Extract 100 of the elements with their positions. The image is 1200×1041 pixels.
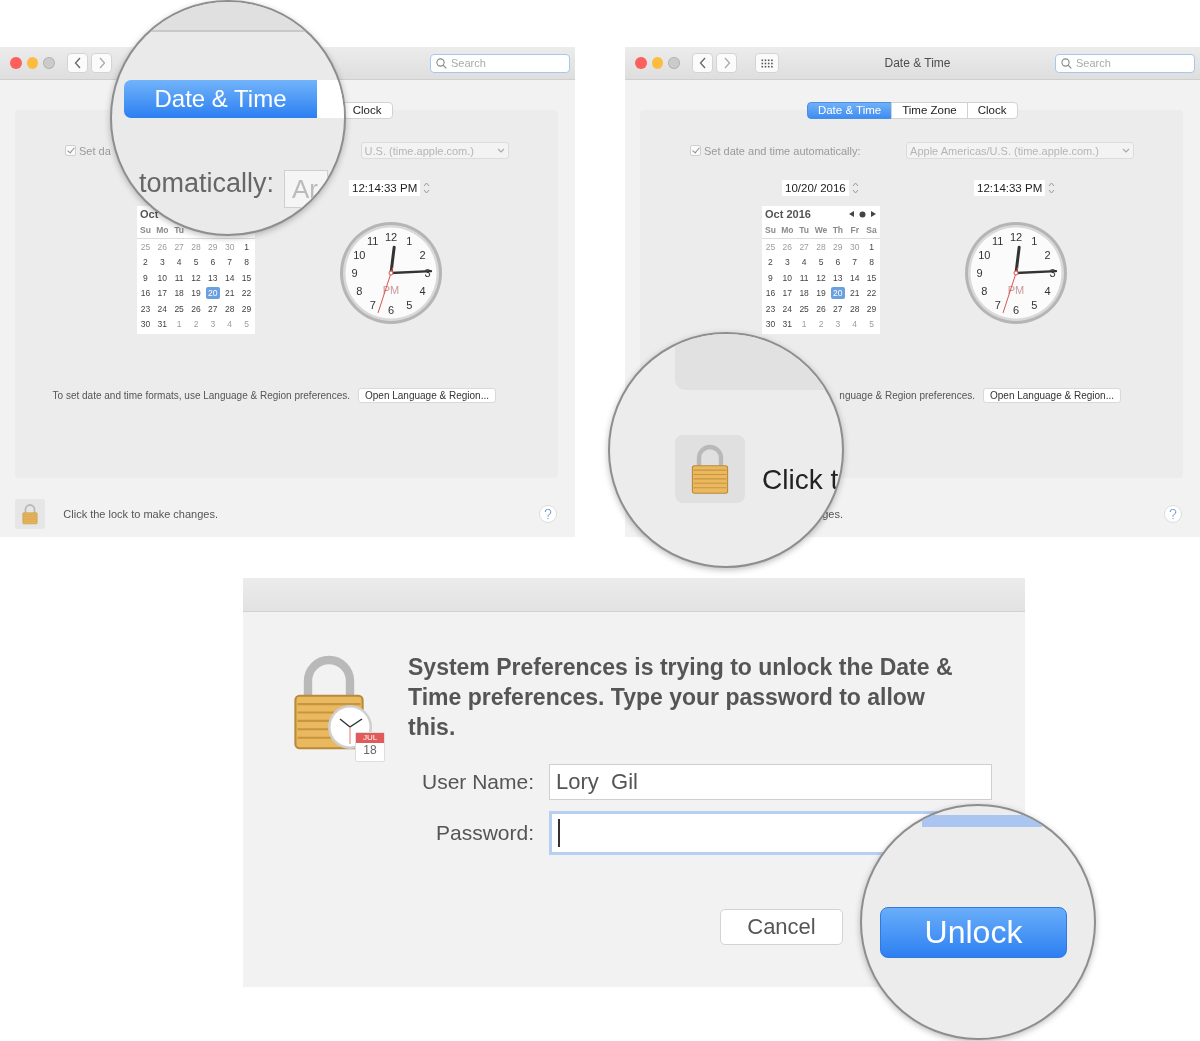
calendar-day[interactable]: 18 (172, 287, 186, 300)
time-field[interactable]: 12:14:33 PM (974, 180, 1046, 196)
calendar-day[interactable]: 27 (206, 302, 220, 315)
calendar-day[interactable]: 6 (208, 256, 218, 269)
calendar-day[interactable]: 1 (867, 240, 876, 253)
stepper-icon[interactable] (422, 180, 432, 196)
calendar-day[interactable]: 31 (780, 318, 794, 331)
calendar-day[interactable]: 3 (157, 256, 167, 269)
stepper-icon[interactable] (1047, 180, 1057, 196)
open-language-region-button[interactable]: Open Language & Region... (358, 388, 496, 403)
calendar-day[interactable]: 30 (763, 318, 778, 331)
time-field[interactable]: 12:14:33 PM (349, 180, 421, 196)
calendar-day[interactable]: 16 (138, 287, 153, 300)
close-button[interactable] (635, 57, 647, 69)
calendar-day[interactable]: 5 (816, 256, 826, 269)
calendar-day[interactable]: 21 (847, 287, 862, 300)
clock-numeral: 11 (992, 235, 1004, 248)
calendar-day[interactable]: 23 (138, 302, 153, 315)
calendar-day[interactable]: 23 (763, 302, 778, 315)
search-field[interactable]: Search (430, 53, 570, 73)
calendar-day[interactable]: 31 (155, 318, 169, 331)
calendar-day[interactable]: 29 (864, 302, 879, 315)
clock-numeral: 4 (419, 285, 426, 298)
open-language-region-button[interactable]: Open Language & Region... (983, 388, 1121, 403)
calendar-day[interactable]: 28 (222, 302, 237, 315)
calendar-day[interactable]: 15 (864, 271, 879, 284)
lock-button[interactable] (15, 499, 45, 529)
calendar-day[interactable]: 19 (189, 287, 203, 300)
calendar-day[interactable]: 7 (850, 256, 860, 269)
calendar-day[interactable]: 12 (814, 271, 828, 284)
calendar-day[interactable]: 19 (814, 287, 828, 300)
question-mark-icon (1169, 508, 1177, 520)
calendar-day[interactable]: 12 (189, 271, 203, 284)
date-field[interactable]: 10/20/ 2016 (782, 180, 849, 196)
lock-button[interactable] (675, 435, 745, 503)
calendar-day[interactable]: 26 (814, 302, 828, 315)
forward-button[interactable] (716, 53, 737, 73)
calendar-day[interactable]: 25 (797, 302, 811, 315)
zoom-button[interactable] (43, 57, 55, 69)
checkbox[interactable] (690, 145, 701, 156)
input-field[interactable]: Lory Gil (549, 764, 992, 800)
calendar-day[interactable]: 5 (191, 256, 201, 269)
calendar-day[interactable]: 17 (780, 287, 794, 300)
calendar-day[interactable]: 11 (172, 271, 186, 284)
minimize-button[interactable] (26, 57, 39, 69)
calendar-day[interactable]: 11 (797, 271, 811, 284)
today-dot-icon[interactable] (859, 210, 866, 218)
tab[interactable] (317, 80, 344, 118)
calendar-day[interactable]: 28 (847, 302, 862, 315)
clock-hands (1002, 245, 1058, 314)
help-button[interactable] (1164, 505, 1182, 523)
calendar-day[interactable]: 26 (189, 302, 203, 315)
calendar-day[interactable]: 29 (239, 302, 254, 315)
minimize-button[interactable] (651, 57, 664, 69)
calendar-day[interactable]: 24 (780, 302, 794, 315)
zoom-button[interactable] (668, 57, 680, 69)
calendar-day[interactable]: 7 (225, 256, 235, 269)
calendar-day[interactable]: 4 (174, 256, 184, 269)
calendar-day[interactable]: 3 (782, 256, 792, 269)
stepper-icon[interactable] (850, 180, 860, 196)
calendar-day[interactable]: 24 (155, 302, 169, 315)
calendar-day[interactable]: 9 (141, 271, 150, 284)
calendar-day[interactable]: 27 (831, 302, 845, 315)
calendar-day[interactable]: 14 (847, 271, 862, 284)
calendar-day[interactable]: 1 (242, 240, 251, 253)
close-button[interactable] (10, 57, 22, 69)
back-button[interactable] (692, 53, 713, 73)
previous-month-icon[interactable] (848, 210, 855, 218)
checkbox[interactable] (65, 145, 76, 156)
calendar-day[interactable]: 2 (766, 256, 775, 269)
calendar-day[interactable]: 18 (797, 287, 811, 300)
calendar-day[interactable]: 10 (780, 271, 794, 284)
back-button[interactable] (67, 53, 88, 73)
search-field[interactable]: Search (1055, 53, 1195, 73)
calendar-day[interactable]: 22 (864, 287, 879, 300)
tab[interactable]: Time Zone (891, 102, 968, 119)
calendar-day[interactable]: 10 (155, 271, 169, 284)
calendar-day[interactable]: 21 (222, 287, 237, 300)
calendar-day[interactable]: 6 (833, 256, 843, 269)
calendar-day[interactable]: 4 (799, 256, 809, 269)
cancel-button[interactable]: Cancel (720, 909, 843, 945)
next-month-icon[interactable] (870, 210, 877, 218)
calendar-day[interactable]: 25 (172, 302, 186, 315)
clock-numeral: 9 (976, 267, 983, 279)
calendar-day[interactable]: 22 (239, 287, 254, 300)
tab[interactable]: Clock (966, 102, 1018, 119)
calendar-day[interactable]: 14 (222, 271, 237, 284)
show-all-button[interactable] (755, 53, 779, 73)
calendar-day[interactable]: 17 (155, 287, 169, 300)
forward-button[interactable] (91, 53, 112, 73)
calendar-day[interactable]: 9 (766, 271, 775, 284)
calendar-day[interactable]: 16 (763, 287, 778, 300)
calendar-day[interactable]: 13 (831, 271, 845, 284)
help-button[interactable] (539, 505, 557, 523)
calendar-day[interactable]: 15 (239, 271, 254, 284)
calendar-day[interactable]: 30 (138, 318, 153, 331)
calendar-day[interactable]: 13 (206, 271, 220, 284)
calendar-day[interactable]: 8 (242, 256, 251, 269)
calendar-day[interactable]: 2 (141, 256, 150, 269)
calendar-day[interactable]: 8 (867, 256, 876, 269)
